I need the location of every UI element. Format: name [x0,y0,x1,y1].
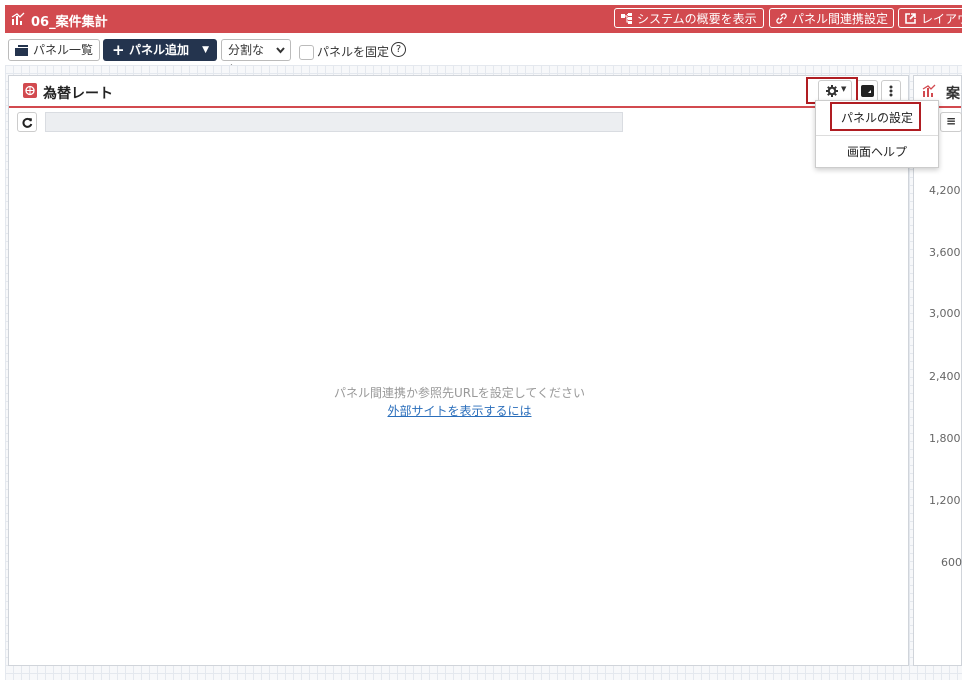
panel-header: 為替レート ▼ [9,76,908,108]
list-view-button[interactable]: ≡ [940,112,962,132]
y-tick: 1,200 [929,494,961,507]
system-overview-button[interactable]: システムの概要を表示 [614,8,764,28]
y-tick: 600 [941,556,962,569]
expand-panel-button[interactable] [856,80,878,102]
fix-panel-checkbox[interactable] [299,45,314,60]
chevron-down-icon [276,47,285,54]
link-icon [776,13,787,24]
vertical-dots-icon [889,85,893,97]
layout-button[interactable]: レイアウ [898,8,962,28]
empty-message: パネル間連携か参照先URLを設定してください [333,386,586,400]
menu-lines-icon: ≡ [946,114,957,128]
url-field[interactable] [45,112,623,132]
panel-link-settings-button[interactable]: パネル間連携設定 [769,8,894,28]
panel-settings-highlight [830,102,921,131]
fix-panel-label: パネルを固定 [317,45,390,59]
y-tick: 4,200 [929,184,961,197]
chart-icon [11,12,25,25]
y-tick: 2,400 [929,370,961,383]
refresh-icon [22,117,33,128]
panel-list-button[interactable]: パネル一覧 [8,39,100,61]
system-diagram-icon [621,13,632,24]
app-title-bar: 06_案件集計 システムの概要を表示 パネル間連携設定 レイアウ [5,5,962,33]
add-panel-button[interactable]: + パネル追加 ▼ [103,39,217,61]
split-select[interactable]: 分割なし [221,39,291,77]
panel-link-settings-label: パネル間連携設定 [792,12,889,26]
caret-down-icon: ▼ [202,45,209,55]
app-title: 06_案件集計 [31,15,108,30]
system-overview-label: システムの概要を表示 [637,12,757,26]
menu-divider [816,135,938,136]
exchange-rate-panel: 為替レート ▼ パネル間連携か参照先URLを設定してください 外部サイトを表示す… [8,75,909,666]
add-panel-label: パネル追加 [129,43,190,57]
panel2-title: 案 [946,86,960,102]
panel-list-label: パネル一覧 [33,43,94,57]
help-icon[interactable]: ? [391,42,406,57]
more-options-button[interactable] [881,80,901,102]
layout-label: レイアウ [921,12,962,26]
y-tick: 3,600 [929,246,961,259]
external-site-help-link[interactable]: 外部サイトを表示するには [9,402,910,419]
refresh-button[interactable] [17,112,37,132]
web-panel-icon [23,83,37,98]
plus-icon: + [112,41,125,59]
panel-title: 為替レート [43,86,113,102]
y-tick: 1,800 [929,432,961,445]
chart-icon [922,84,936,97]
main-toolbar: パネル一覧 + パネル追加 ▼ 分割なし パネルを固定 ? [5,37,962,77]
panel-list-icon [15,45,28,56]
y-tick: 3,000 [929,307,961,320]
expand-icon [861,85,874,97]
menu-item-screen-help[interactable]: 画面ヘルプ [816,143,938,160]
external-link-icon [905,13,916,24]
